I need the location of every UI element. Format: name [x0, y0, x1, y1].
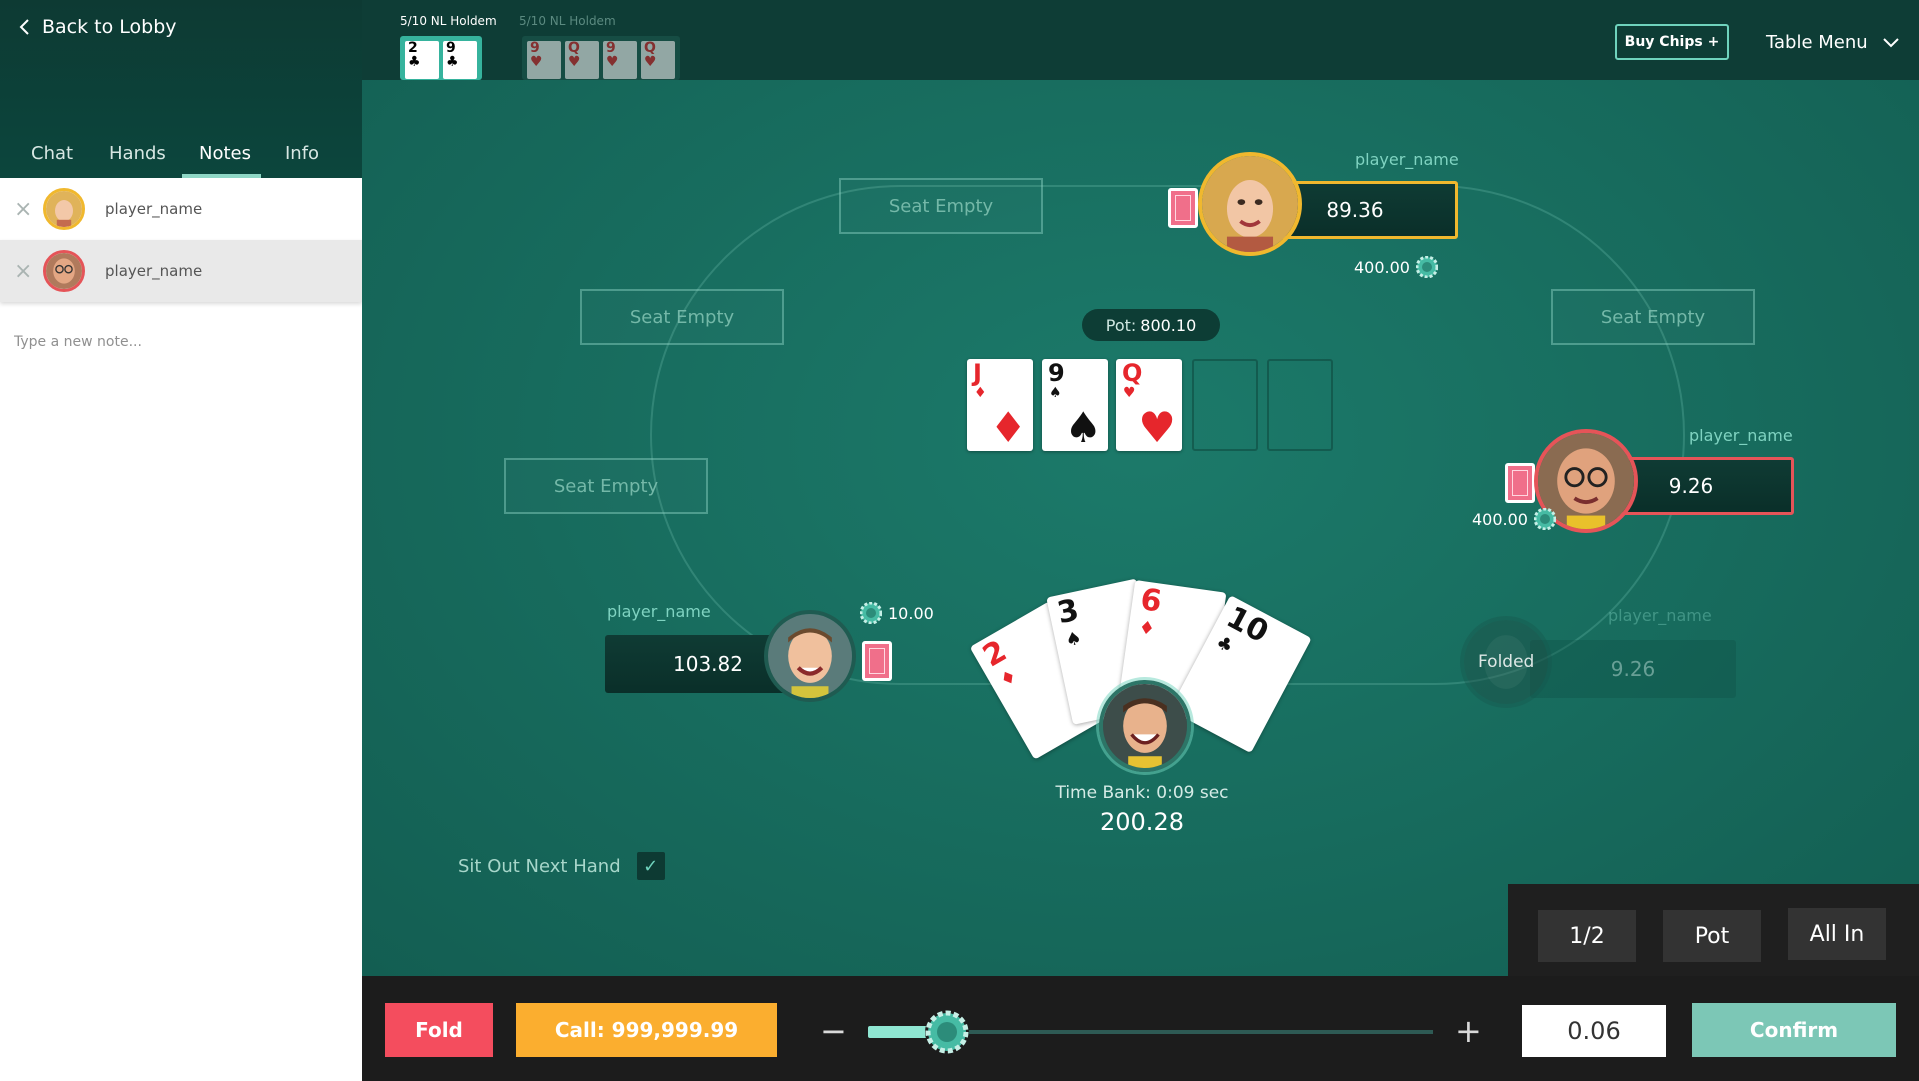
mini-card: 2 ♣	[405, 41, 439, 79]
player-name: player_name	[607, 602, 711, 621]
table-tab-inactive[interactable]: 9 ♥ Q ♥ 9 ♥ Q ♥	[522, 36, 680, 80]
close-icon[interactable]: ×	[14, 197, 32, 222]
mini-card: Q ♥	[641, 41, 675, 79]
chip-icon	[1533, 508, 1556, 530]
sit-out-label: Sit Out Next Hand	[458, 855, 621, 877]
pot-display: Pot: 800.10	[1082, 309, 1220, 341]
half-pot-button[interactable]: 1/2	[1538, 910, 1636, 962]
tab-chat[interactable]: Chat	[31, 143, 73, 164]
back-to-lobby-link[interactable]: Back to Lobby	[18, 16, 177, 38]
bet-presets-panel: 1/2 Pot All In	[1508, 884, 1919, 976]
avatar	[43, 250, 85, 292]
increase-bet-button[interactable]: +	[1455, 1012, 1482, 1050]
seat-empty[interactable]: Seat Empty	[1551, 289, 1755, 345]
avatar-blonde-woman-icon	[46, 191, 82, 227]
avatar	[43, 188, 85, 230]
sit-out-checkbox[interactable]: Sit Out Next Hand ✓	[458, 852, 665, 880]
table-tab-active[interactable]: 2 ♣ 9 ♣	[400, 36, 482, 80]
mini-card: 9 ♥	[603, 41, 637, 79]
table-tab-label[interactable]: 5/10 NL Holdem	[400, 14, 497, 28]
bet-amount: 400.00	[1472, 509, 1528, 529]
empty-card-slot	[1192, 359, 1258, 451]
avatar[interactable]	[1198, 152, 1302, 256]
table-menu-dropdown[interactable]: Table Menu	[1766, 32, 1900, 53]
bet-amount: 400.00	[1354, 257, 1410, 277]
time-bank-label: Time Bank: 0:09 sec	[1055, 783, 1229, 803]
chip-icon	[1415, 256, 1438, 278]
player-name: player_name	[1608, 606, 1712, 625]
avatar-blonde-woman-icon	[1202, 156, 1298, 252]
pot-value: 800.10	[1140, 315, 1197, 335]
board-card: J ♦ ♦	[967, 359, 1033, 451]
close-icon[interactable]: ×	[14, 259, 32, 284]
card-back-icon	[862, 641, 892, 681]
player-name: player_name	[1689, 426, 1793, 445]
player-name: player_name	[1355, 150, 1459, 169]
chevron-down-icon	[1882, 37, 1899, 47]
decrease-bet-button[interactable]: −	[820, 1012, 847, 1050]
tab-notes[interactable]: Notes	[199, 143, 251, 164]
buy-chips-button[interactable]: Buy Chips +	[1615, 24, 1729, 60]
player-bet: 400.00	[1472, 508, 1556, 530]
player-stack: 9.26	[1530, 640, 1736, 698]
board-card: Q ♥ ♥	[1116, 359, 1182, 451]
seat-empty[interactable]: Seat Empty	[504, 458, 708, 514]
hero-avatar[interactable]	[1099, 680, 1191, 772]
hero-stack: 200.28	[1100, 808, 1184, 836]
pot-button[interactable]: Pot	[1663, 910, 1761, 962]
tab-hands[interactable]: Hands	[109, 143, 166, 164]
confirm-button[interactable]: Confirm	[1692, 1003, 1896, 1057]
table-menu-label: Table Menu	[1766, 32, 1868, 53]
new-note-input[interactable]	[14, 334, 344, 350]
avatar-smiling-man-icon	[768, 614, 852, 698]
all-in-button[interactable]: All In	[1788, 908, 1886, 960]
avatar-bald-man-glasses-icon	[46, 253, 82, 289]
avatar[interactable]	[764, 610, 856, 702]
mini-card: 9 ♣	[443, 41, 477, 79]
chip-icon	[860, 602, 882, 624]
table-tab-label[interactable]: 5/10 NL Holdem	[519, 14, 616, 28]
mini-card: Q ♥	[565, 41, 599, 79]
note-player-name: player_name	[105, 200, 203, 218]
call-button[interactable]: Call: 999,999.99	[516, 1003, 777, 1057]
folded-status: Folded	[1478, 652, 1535, 672]
sidebar-tabs: Chat Hands Notes Info	[0, 112, 362, 178]
player-bet: 400.00	[1354, 256, 1438, 278]
pot-label: Pot:	[1105, 315, 1137, 335]
bet-amount: 10.00	[888, 603, 934, 623]
card-back-icon	[1168, 188, 1198, 228]
fold-button[interactable]: Fold	[385, 1003, 493, 1057]
poker-app: Back to Lobby Chat Hands Notes Info × pl…	[0, 0, 1919, 1081]
avatar-laughing-man-icon	[1103, 684, 1187, 768]
seat-empty[interactable]: Seat Empty	[839, 178, 1043, 234]
seat-empty[interactable]: Seat Empty	[580, 289, 784, 345]
mini-card: 9 ♥	[527, 41, 561, 79]
chevron-left-icon	[19, 19, 29, 35]
note-list-item[interactable]: × player_name	[0, 178, 362, 240]
bet-amount-input[interactable]	[1522, 1005, 1666, 1057]
sidebar: Back to Lobby Chat Hands Notes Info × pl…	[0, 0, 362, 1081]
note-list-item[interactable]: × player_name	[0, 240, 362, 302]
bet-slider-thumb[interactable]	[924, 1009, 970, 1055]
sidebar-header: Back to Lobby Chat Hands Notes Info	[0, 0, 362, 178]
note-player-name: player_name	[105, 262, 203, 280]
checkmark-icon[interactable]: ✓	[636, 852, 665, 880]
empty-card-slot	[1267, 359, 1333, 451]
back-to-lobby-label: Back to Lobby	[42, 16, 177, 38]
card-back-icon	[1505, 463, 1535, 503]
board-card: 9 ♠ ♠	[1042, 359, 1108, 451]
player-bet: 10.00	[860, 602, 934, 624]
tab-info[interactable]: Info	[285, 143, 319, 164]
